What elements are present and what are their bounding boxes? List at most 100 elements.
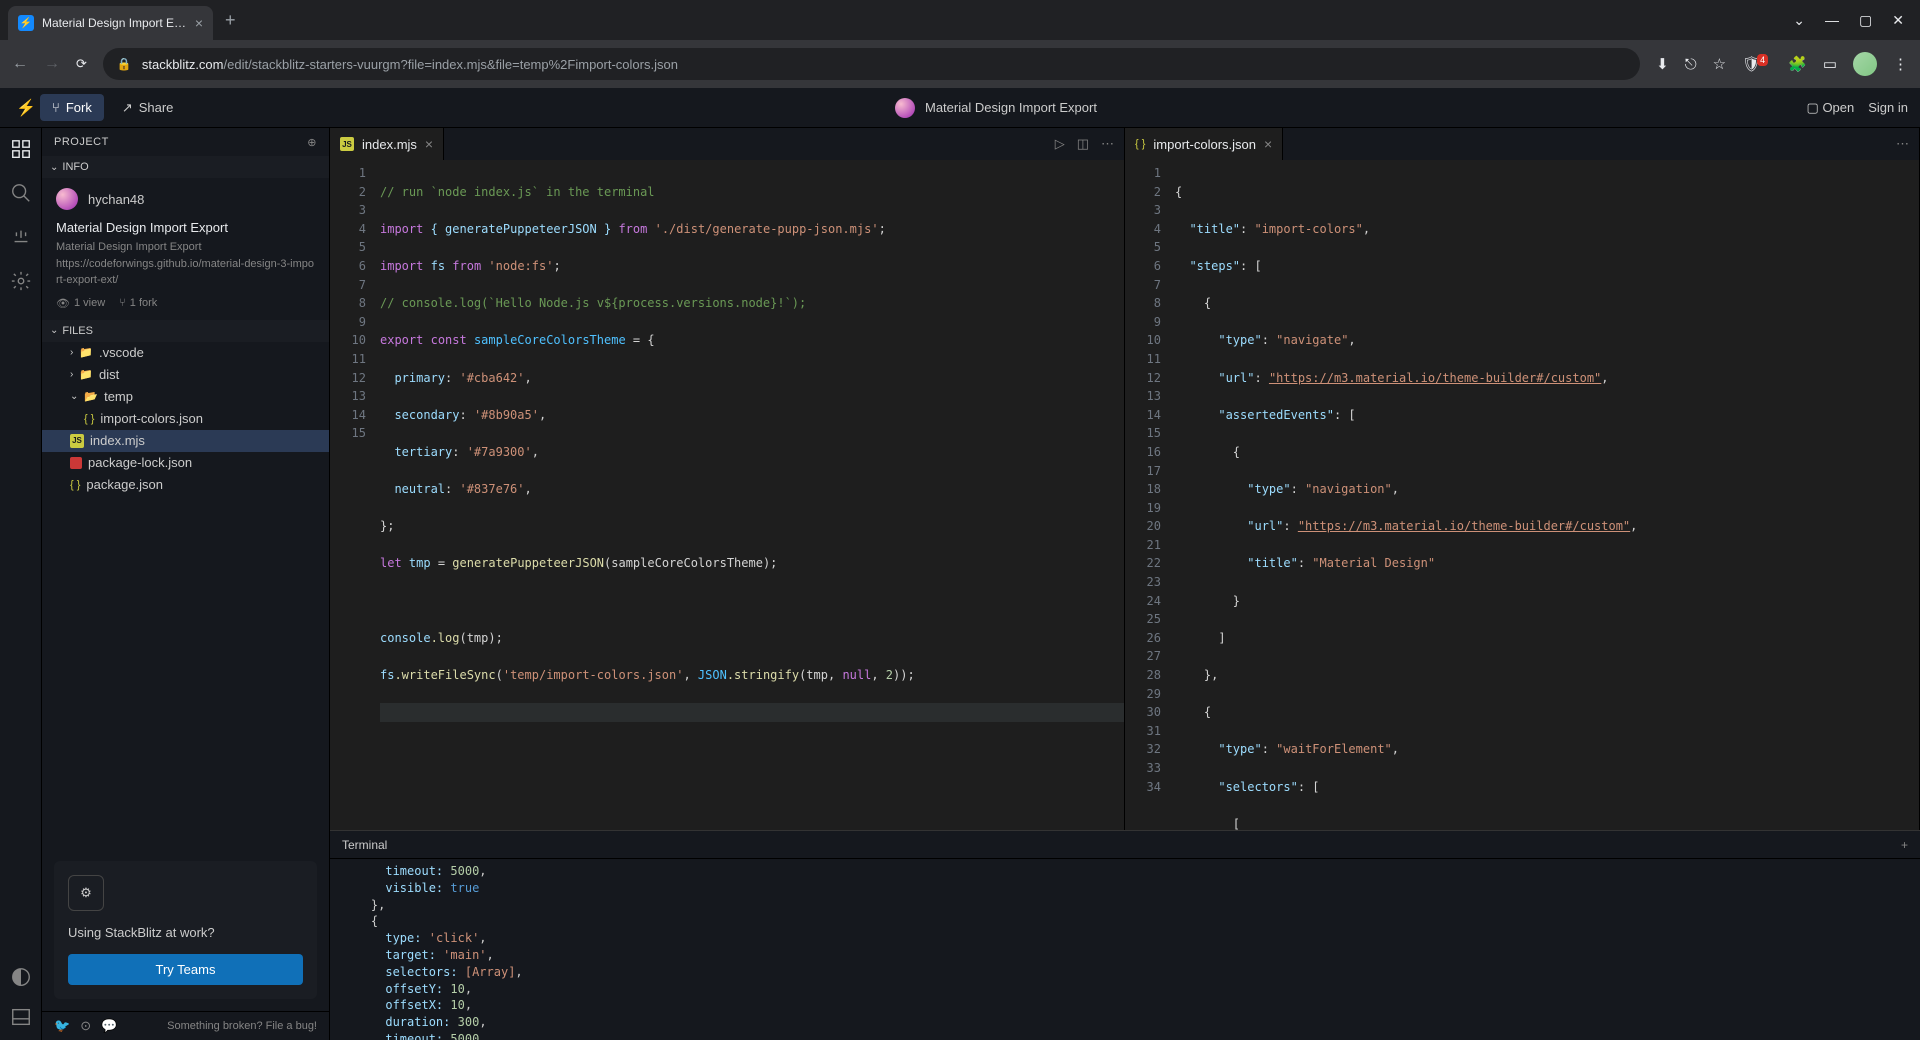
extensions-icon[interactable]: 🧩 xyxy=(1788,55,1807,73)
file-import-colors[interactable]: { }import-colors.json xyxy=(42,408,329,430)
project-icon xyxy=(895,98,915,118)
terminal-panel: Terminal + timeout: 5000, visible: true … xyxy=(330,830,1920,1040)
files-section[interactable]: ⌄ FILES xyxy=(42,320,329,342)
close-icon[interactable]: × xyxy=(1264,136,1272,152)
promo-box: ⚙ Using StackBlitz at work? Try Teams xyxy=(54,861,317,999)
editor-area: JS index.mjs × ▷ ◫ ⋯ 1234567891011121314… xyxy=(330,128,1920,1040)
line-gutter: 1234567891011121314151617181920212223242… xyxy=(1125,160,1175,830)
window-controls: ⌄ — ▢ ✕ xyxy=(1793,12,1920,29)
browser-tab-bar: ⚡ Material Design Import Export - S × + … xyxy=(0,0,1920,40)
open-button[interactable]: ▢ Open xyxy=(1807,100,1855,116)
link-icon[interactable]: ⊕ xyxy=(307,136,317,149)
more-icon[interactable]: ⋯ xyxy=(1896,136,1909,152)
menu-icon[interactable]: ⋮ xyxy=(1893,55,1908,73)
tabs-row-right: { } import-colors.json × ⋯ xyxy=(1125,128,1919,160)
share-label: Share xyxy=(139,100,174,115)
chevron-down-icon[interactable]: ⌄ xyxy=(1793,12,1805,29)
close-icon[interactable]: × xyxy=(425,136,433,152)
nav-arrows: ← → xyxy=(12,55,60,73)
app-title: Material Design Import Export xyxy=(185,98,1806,118)
chevron-down-icon: ⌄ xyxy=(50,325,58,336)
folder-temp[interactable]: ⌄📂temp xyxy=(42,386,329,408)
more-icon[interactable]: ⋯ xyxy=(1101,136,1114,152)
explorer-icon[interactable] xyxy=(10,138,32,160)
new-tab-button[interactable]: + xyxy=(225,10,236,31)
share-button[interactable]: ↗ Share xyxy=(110,94,186,122)
info-section[interactable]: ⌄ INFO xyxy=(42,156,329,178)
project-name: Material Design Import Export xyxy=(56,220,315,235)
terminal-header: Terminal + xyxy=(330,831,1920,859)
profile-avatar[interactable] xyxy=(1853,52,1877,76)
reading-list-icon[interactable]: ▭ xyxy=(1823,55,1837,73)
install-icon[interactable]: ⬇ xyxy=(1656,55,1669,73)
code-body[interactable]: { "title": "import-colors", "steps": [ {… xyxy=(1175,160,1919,830)
add-terminal-icon[interactable]: + xyxy=(1901,838,1908,852)
terminal-label[interactable]: Terminal xyxy=(342,838,387,852)
sidebar: PROJECT ⊕ ⌄ INFO hychan48 Material Desig… xyxy=(42,128,330,1040)
terminal-body[interactable]: timeout: 5000, visible: true }, { type: … xyxy=(330,859,1920,1040)
js-icon: JS xyxy=(340,137,354,151)
bookmark-icon[interactable]: ☆ xyxy=(1713,55,1726,73)
ublock-icon[interactable]: 🛡4 xyxy=(1742,55,1772,73)
github-icon[interactable]: ⊙ xyxy=(80,1018,91,1034)
tab-index-mjs[interactable]: JS index.mjs × xyxy=(330,128,444,160)
settings-icon[interactable] xyxy=(10,270,32,292)
fork-icon: ⑂ xyxy=(52,100,60,115)
file-bug-link[interactable]: Something broken? File a bug! xyxy=(167,1020,317,1032)
file-package-lock[interactable]: package-lock.json xyxy=(42,452,329,474)
try-teams-button[interactable]: Try Teams xyxy=(68,954,303,985)
signin-button[interactable]: Sign in xyxy=(1868,100,1908,115)
reload-icon[interactable]: ⟳ xyxy=(76,56,87,72)
theme-icon[interactable] xyxy=(10,966,32,988)
promo-text: Using StackBlitz at work? xyxy=(68,925,303,940)
maximize-icon[interactable]: ▢ xyxy=(1859,12,1872,29)
tab-import-colors[interactable]: { } import-colors.json × xyxy=(1125,128,1283,160)
activity-bar xyxy=(0,128,42,1040)
fork-button[interactable]: ⑂ Fork xyxy=(40,94,104,121)
tabs-actions: ⋯ xyxy=(1896,136,1919,152)
browser-tab[interactable]: ⚡ Material Design Import Export - S × xyxy=(8,6,213,40)
file-tree: ›📁.vscode ›📁dist ⌄📂temp { }import-colors… xyxy=(42,342,329,850)
forward-icon: → xyxy=(44,55,60,73)
user-row[interactable]: hychan48 xyxy=(56,188,315,210)
header-right: ▢ Open Sign in xyxy=(1807,100,1908,116)
project-link[interactable]: https://codeforwings.github.io/material-… xyxy=(56,256,315,289)
json-icon: { } xyxy=(1135,138,1145,150)
social-icons: 🐦 ⊙ 💬 xyxy=(54,1018,117,1034)
close-icon[interactable]: ✕ xyxy=(1892,12,1904,29)
ports-icon[interactable] xyxy=(10,226,32,248)
folder-vscode[interactable]: ›📁.vscode xyxy=(42,342,329,364)
search-icon[interactable] xyxy=(10,182,32,204)
stackblitz-logo-icon[interactable]: ⚡ xyxy=(12,98,40,118)
minimize-icon[interactable]: — xyxy=(1825,12,1839,29)
lock-icon: 🔒 xyxy=(117,57,132,71)
discord-icon[interactable]: 💬 xyxy=(101,1018,117,1034)
code-editor-left[interactable]: 123456789101112131415 // run `node index… xyxy=(330,160,1124,830)
share-icon[interactable]: ⎋ xyxy=(1685,56,1697,73)
url-bar[interactable]: 🔒 stackblitz.com/edit/stackblitz-starter… xyxy=(103,48,1640,80)
file-package-json[interactable]: { }package.json xyxy=(42,474,329,496)
editor-pane-left: JS index.mjs × ▷ ◫ ⋯ 1234567891011121314… xyxy=(330,128,1125,830)
username: hychan48 xyxy=(88,192,144,207)
url-text: stackblitz.com/edit/stackblitz-starters-… xyxy=(142,57,678,72)
tab-label: import-colors.json xyxy=(1153,137,1256,152)
project-stats: 👁 1 view ⑂ 1 fork xyxy=(56,297,315,310)
project-title: Material Design Import Export xyxy=(925,100,1097,115)
teams-icon: ⚙ xyxy=(68,875,104,911)
code-editor-right[interactable]: 1234567891011121314151617181920212223242… xyxy=(1125,160,1919,830)
editor-panes: JS index.mjs × ▷ ◫ ⋯ 1234567891011121314… xyxy=(330,128,1920,830)
panel-icon[interactable] xyxy=(10,1006,32,1028)
fork-label: Fork xyxy=(66,100,92,115)
main-layout: PROJECT ⊕ ⌄ INFO hychan48 Material Desig… xyxy=(0,128,1920,1040)
twitter-icon[interactable]: 🐦 xyxy=(54,1018,70,1034)
back-icon[interactable]: ← xyxy=(12,55,28,73)
tab-close-icon[interactable]: × xyxy=(195,15,203,31)
folder-dist[interactable]: ›📁dist xyxy=(42,364,329,386)
line-gutter: 123456789101112131415 xyxy=(330,160,380,830)
run-icon[interactable]: ▷ xyxy=(1055,136,1065,152)
split-icon[interactable]: ◫ xyxy=(1077,136,1089,152)
file-index-mjs[interactable]: JSindex.mjs xyxy=(42,430,329,452)
info-box: hychan48 Material Design Import Export M… xyxy=(42,178,329,320)
tabs-row-left: JS index.mjs × ▷ ◫ ⋯ xyxy=(330,128,1124,160)
code-body[interactable]: // run `node index.js` in the terminal i… xyxy=(380,160,1124,830)
